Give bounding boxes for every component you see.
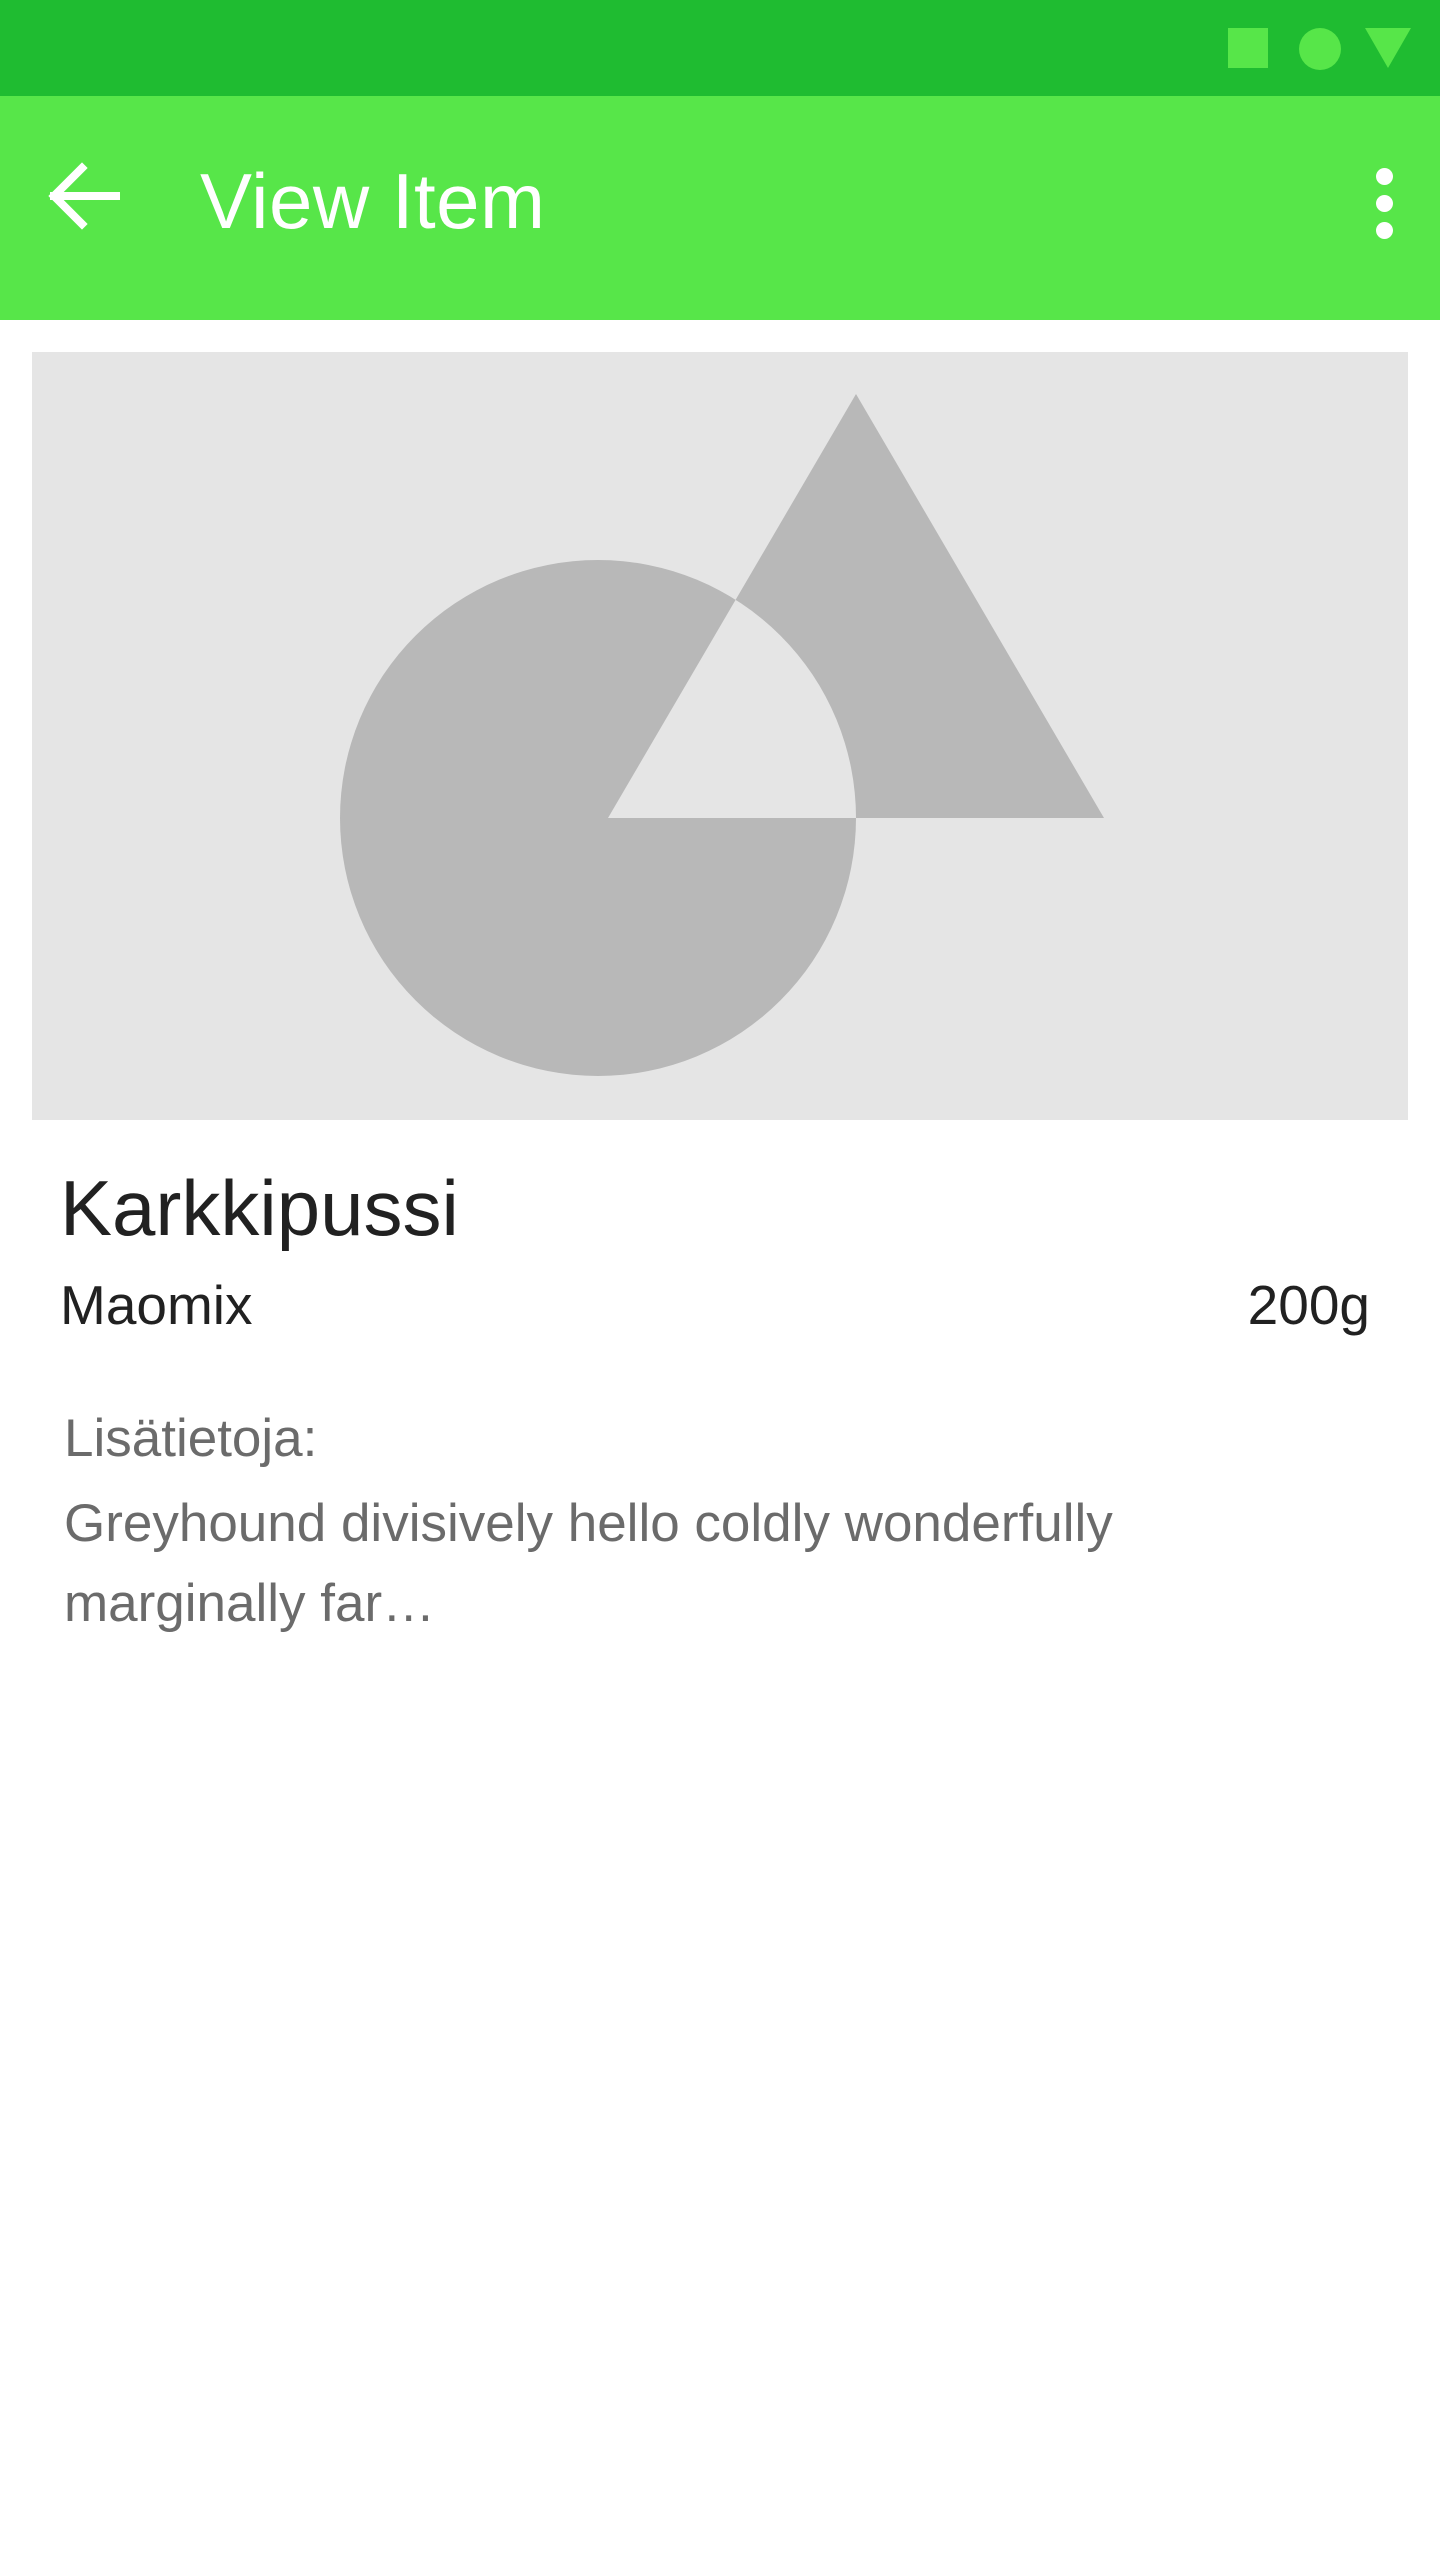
page-title: View Item	[200, 157, 546, 245]
item-weight: 200g	[1247, 1274, 1370, 1336]
back-button[interactable]	[40, 148, 136, 244]
status-bar	[0, 0, 1440, 96]
info-label: Lisätietoja:	[64, 1409, 318, 1468]
circle-icon	[1299, 28, 1341, 70]
square-icon	[1228, 28, 1268, 68]
image-placeholder-icon	[340, 394, 1104, 1076]
triangle-icon	[1365, 28, 1411, 68]
more-vert-icon	[1360, 168, 1408, 239]
item-image	[32, 352, 1408, 1120]
item-name: Karkkipussi	[60, 1164, 459, 1252]
arrow-back-icon	[48, 162, 120, 230]
app-bar: View Item	[0, 96, 1440, 320]
more-options-button[interactable]	[1360, 168, 1408, 264]
info-text: Greyhound divisively hello coldly wonder…	[64, 1494, 1113, 1633]
item-brand: Maomix	[60, 1274, 253, 1336]
